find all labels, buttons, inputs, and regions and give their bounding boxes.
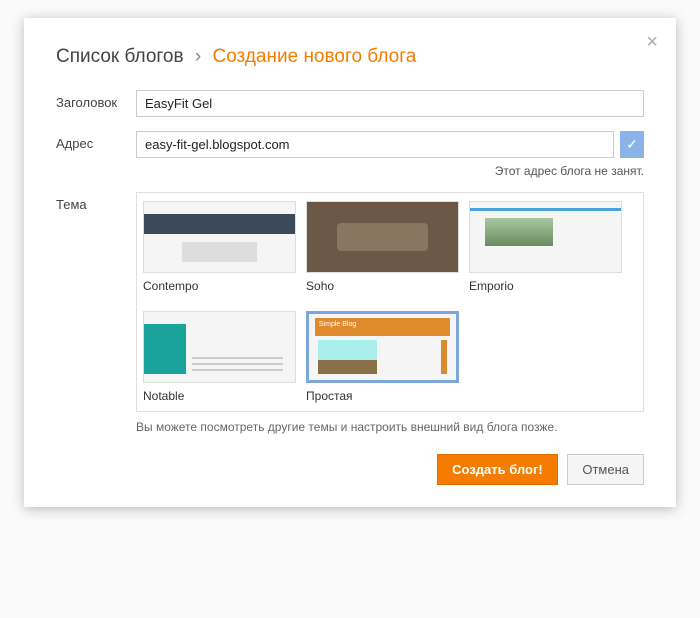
- theme-option-emporio[interactable]: Emporio: [469, 201, 622, 303]
- check-icon: ✓: [620, 131, 644, 158]
- create-blog-dialog: × Список блогов › Создание нового блога …: [24, 18, 676, 507]
- address-status-text: Этот адрес блога не занят.: [136, 164, 644, 178]
- breadcrumb: Список блогов › Создание нового блога: [56, 46, 644, 68]
- theme-picker[interactable]: Contempo Soho Emporio Notable: [136, 192, 644, 412]
- breadcrumb-current: Создание нового блога: [212, 46, 416, 67]
- theme-thumbnail: [306, 201, 459, 273]
- cancel-button[interactable]: Отмена: [567, 454, 644, 485]
- theme-name-label: Notable: [143, 389, 296, 403]
- theme-name-label: Soho: [306, 279, 459, 293]
- title-label: Заголовок: [56, 90, 136, 110]
- theme-label: Тема: [56, 192, 136, 212]
- breadcrumb-root[interactable]: Список блогов: [56, 46, 184, 67]
- theme-thumbnail: [143, 201, 296, 273]
- theme-option-contempo[interactable]: Contempo: [143, 201, 296, 303]
- theme-option-notable[interactable]: Notable: [143, 311, 296, 412]
- address-label: Адрес: [56, 131, 136, 151]
- theme-hint-text: Вы можете посмотреть другие темы и настр…: [136, 420, 644, 434]
- address-input[interactable]: [136, 131, 614, 158]
- theme-option-soho[interactable]: Soho: [306, 201, 459, 303]
- theme-name-label: Emporio: [469, 279, 622, 293]
- close-icon[interactable]: ×: [646, 32, 658, 52]
- title-input[interactable]: [136, 90, 644, 117]
- thumb-title: Simple Blog: [315, 318, 450, 331]
- theme-thumbnail: [469, 201, 622, 273]
- theme-name-label: Contempo: [143, 279, 296, 293]
- breadcrumb-separator: ›: [195, 46, 201, 67]
- dialog-actions: Создать блог! Отмена: [56, 454, 644, 485]
- theme-option-simple[interactable]: Simple Blog Простая: [306, 311, 459, 412]
- create-blog-button[interactable]: Создать блог!: [437, 454, 558, 485]
- theme-name-label: Простая: [306, 389, 459, 403]
- theme-thumbnail: [143, 311, 296, 383]
- theme-thumbnail: Simple Blog: [306, 311, 459, 383]
